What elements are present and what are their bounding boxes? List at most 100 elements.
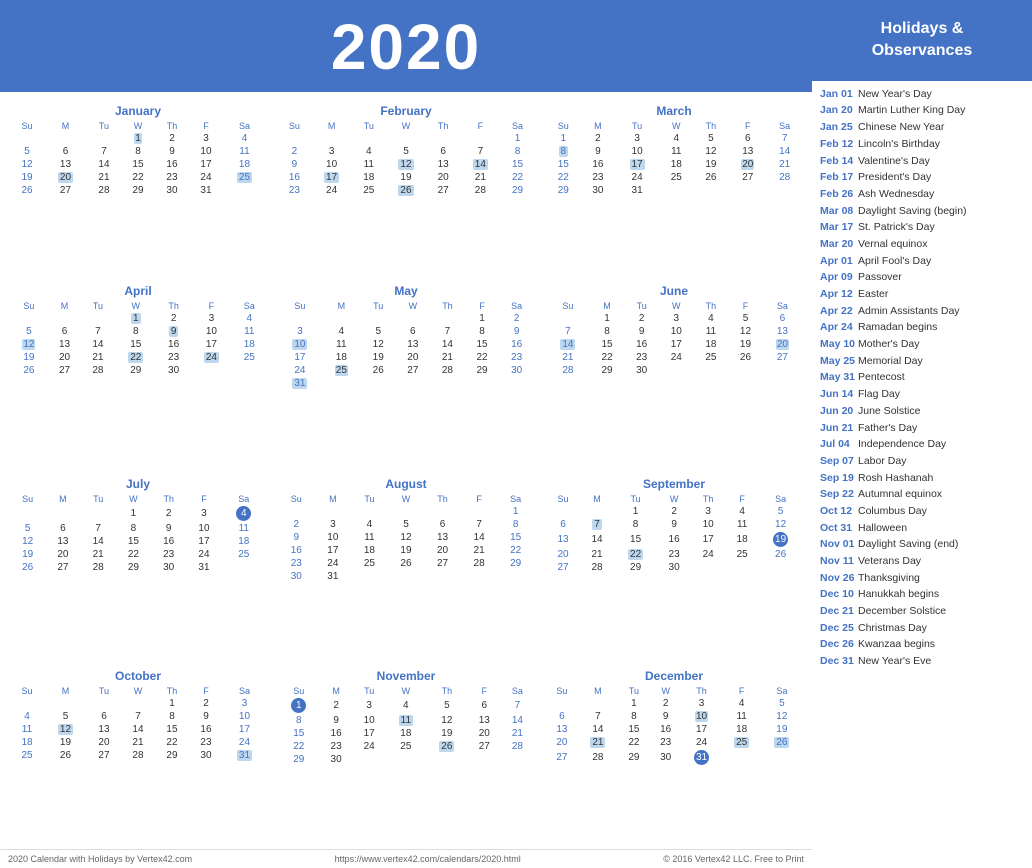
holiday-item: Feb 14Valentine's Day xyxy=(820,154,1024,169)
weekday-header: Tu xyxy=(624,300,659,312)
calendar-day: 29 xyxy=(501,184,534,197)
weekday-header: Su xyxy=(546,120,581,132)
calendar-day: 14 xyxy=(121,723,155,736)
calendar-day: 11 xyxy=(722,710,762,723)
month-table: SuMTuWThFSa12345678910111213141516171819… xyxy=(546,493,802,574)
holidays-list: Jan 01New Year's DayJan 20Martin Luther … xyxy=(812,81,1032,868)
calendar-day: 6 xyxy=(45,522,80,535)
calendar-day: 2 xyxy=(650,697,682,710)
holiday-name: Vernal equinox xyxy=(858,237,927,252)
month-block-february: FebruarySuMTuWThFSa123456789101112131415… xyxy=(272,100,540,280)
holiday-date: Apr 24 xyxy=(820,320,858,335)
calendar-day: 7 xyxy=(580,518,614,531)
month-table: SuMTuWThFSa12345678910111213141516171819… xyxy=(278,493,534,583)
calendar-day: 16 xyxy=(278,171,311,184)
calendar-day: 11 xyxy=(222,522,266,535)
calendar-day: 10 xyxy=(691,518,725,531)
calendar-day xyxy=(10,697,44,710)
holiday-name: April Fool's Day xyxy=(858,254,931,269)
holiday-name: Kwanzaa begins xyxy=(858,637,935,652)
calendar-day: 13 xyxy=(45,535,80,548)
calendar-day: 22 xyxy=(155,736,189,749)
calendar-day: 12 xyxy=(385,158,427,171)
holiday-date: May 31 xyxy=(820,370,858,385)
holiday-name: St. Patrick's Day xyxy=(858,220,935,235)
weekday-header: F xyxy=(460,120,502,132)
calendar-day xyxy=(691,561,725,574)
calendar-day: 18 xyxy=(694,338,729,351)
calendar-day: 31 xyxy=(682,749,722,766)
calendar-day: 21 xyxy=(460,171,502,184)
calendar-day xyxy=(725,561,759,574)
calendar-day: 15 xyxy=(121,158,155,171)
calendar-day: 26 xyxy=(44,749,87,762)
weekday-header: Tu xyxy=(615,120,659,132)
holiday-date: Dec 25 xyxy=(820,621,858,636)
calendar-day: 28 xyxy=(546,364,590,377)
month-name: July xyxy=(10,477,266,491)
weekday-header: M xyxy=(311,120,353,132)
holidays-panel: Holidays &Observances Jan 01New Year's D… xyxy=(812,0,1032,868)
calendar-day: 5 xyxy=(426,697,468,714)
calendar-day: 22 xyxy=(590,351,625,364)
calendar-day: 30 xyxy=(320,753,353,766)
calendar-day: 26 xyxy=(426,740,468,753)
calendar-day: 22 xyxy=(501,171,534,184)
holiday-date: Jan 25 xyxy=(820,120,858,135)
calendar-day: 20 xyxy=(44,171,87,184)
calendar-day xyxy=(546,697,578,710)
month-name: August xyxy=(278,477,534,491)
month-name: May xyxy=(278,284,534,298)
calendar-day: 19 xyxy=(361,351,396,364)
calendar-day xyxy=(353,753,386,766)
calendar-day: 19 xyxy=(44,736,87,749)
calendar-day: 9 xyxy=(278,531,315,544)
calendar-day: 8 xyxy=(155,710,189,723)
calendar-day: 10 xyxy=(615,145,659,158)
calendar-day: 6 xyxy=(48,325,81,338)
calendar-day: 16 xyxy=(581,158,616,171)
calendar-day: 1 xyxy=(278,697,320,714)
calendar-day: 24 xyxy=(691,548,725,561)
holiday-name: December Solstice xyxy=(858,604,946,619)
holiday-item: Mar 17St. Patrick's Day xyxy=(820,220,1024,235)
calendar-day: 1 xyxy=(115,312,157,325)
calendar-day: 2 xyxy=(189,697,223,710)
calendar-day: 19 xyxy=(426,727,468,740)
calendar-day: 25 xyxy=(351,557,388,570)
calendar-day: 17 xyxy=(691,531,725,548)
month-name: January xyxy=(10,104,266,118)
calendar-day: 16 xyxy=(157,338,190,351)
calendar-day: 15 xyxy=(116,535,151,548)
weekday-header: Sa xyxy=(501,685,534,697)
calendar-day: 1 xyxy=(465,312,500,325)
holiday-date: Nov 11 xyxy=(820,554,858,569)
calendar-day: 15 xyxy=(618,723,650,736)
calendar-day: 17 xyxy=(278,351,322,364)
weekday-header: Su xyxy=(546,493,580,505)
calendar-day: 20 xyxy=(468,727,501,740)
calendar-day: 9 xyxy=(581,145,616,158)
calendar-day: 26 xyxy=(759,548,802,561)
calendar-day xyxy=(501,753,534,766)
holiday-item: Jul 04Independence Day xyxy=(820,437,1024,452)
weekday-header: F xyxy=(728,300,763,312)
month-name: February xyxy=(278,104,534,118)
calendar-day: 3 xyxy=(190,312,232,325)
holiday-date: Mar 08 xyxy=(820,204,858,219)
holiday-name: Hanukkah begins xyxy=(858,587,939,602)
holiday-name: Autumnal equinox xyxy=(858,487,942,502)
calendar-day: 16 xyxy=(151,535,186,548)
weekday-header: Tu xyxy=(618,685,650,697)
calendar-day xyxy=(424,505,461,518)
calendar-day: 1 xyxy=(546,132,581,145)
calendar-day: 12 xyxy=(759,518,802,531)
calendar-day: 4 xyxy=(351,518,388,531)
holiday-item: Oct 12Columbus Day xyxy=(820,504,1024,519)
calendar-day: 29 xyxy=(121,184,155,197)
holiday-item: Dec 10Hanukkah begins xyxy=(820,587,1024,602)
calendar-day: 24 xyxy=(189,171,223,184)
calendar-day xyxy=(386,753,426,766)
weekday-header: Su xyxy=(10,120,44,132)
calendar-day: 5 xyxy=(10,325,48,338)
